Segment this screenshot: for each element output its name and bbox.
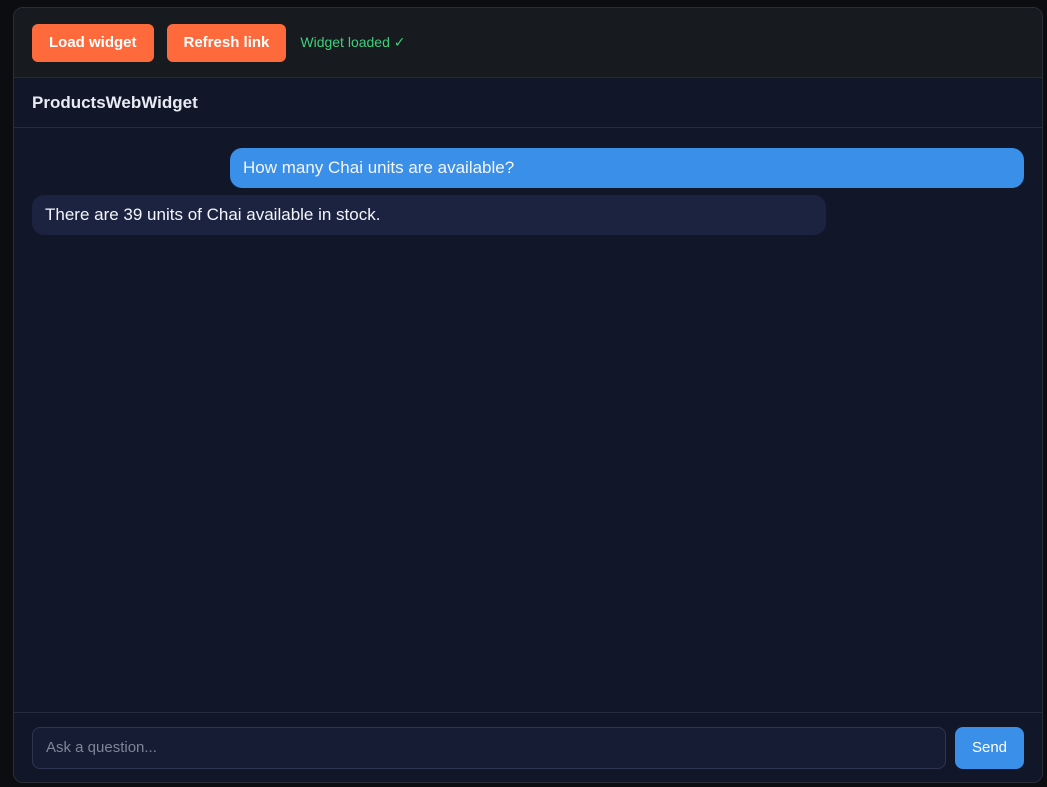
message-list: How many Chai units are available? There… xyxy=(14,128,1042,713)
composer: Send xyxy=(14,712,1042,782)
toolbar: Load widget Refresh link Widget loaded ✓ xyxy=(14,8,1042,78)
widget-title: ProductsWebWidget xyxy=(32,92,198,112)
app-frame: Load widget Refresh link Widget loaded ✓… xyxy=(13,7,1043,783)
send-button[interactable]: Send xyxy=(955,726,1024,769)
question-input[interactable] xyxy=(32,726,946,769)
status-text: Widget loaded ✓ xyxy=(300,34,406,50)
widget-header: ProductsWebWidget xyxy=(14,78,1042,128)
assistant-message: There are 39 units of Chai available in … xyxy=(32,195,826,235)
load-widget-button[interactable]: Load widget xyxy=(32,23,154,62)
user-message: How many Chai units are available? xyxy=(230,148,1024,188)
refresh-link-button[interactable]: Refresh link xyxy=(166,23,287,62)
